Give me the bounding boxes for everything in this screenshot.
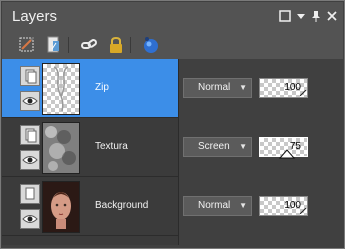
panel-title: Layers (12, 8, 58, 25)
opacity-value: 100 (284, 82, 301, 93)
chevron-down-icon: ▼ (239, 142, 247, 151)
layers-panel: Layers Zip Textura Background Normal ▼ 1… (0, 0, 345, 249)
opacity-field[interactable]: 100 (259, 196, 308, 216)
layer-row-background[interactable]: Background (2, 177, 178, 236)
blend-mode-select[interactable]: Normal ▼ (183, 78, 252, 98)
layer-properties: Normal ▼ 100 Screen ▼ 75 Normal ▼ 100 (179, 59, 344, 245)
chevron-down-icon: ▼ (239, 83, 247, 92)
blend-mode-value: Normal (198, 200, 231, 211)
layer-name: Textura (95, 141, 128, 152)
lock-icon[interactable] (106, 35, 126, 55)
layer-thumbnail-textura (42, 122, 80, 174)
layer-type-icon[interactable] (20, 125, 40, 145)
globe-icon[interactable] (141, 35, 161, 55)
blend-mode-select[interactable]: Normal ▼ (183, 196, 252, 216)
layer-name: Background (95, 200, 149, 211)
opacity-field[interactable]: 100 (259, 78, 308, 98)
opacity-value: 100 (284, 200, 301, 211)
edit-icon[interactable] (17, 35, 37, 55)
layer-type-icon[interactable] (20, 66, 40, 86)
layer-type-icon[interactable] (20, 184, 40, 204)
blend-mode-select[interactable]: Screen ▼ (183, 137, 252, 157)
eye-icon[interactable] (20, 209, 40, 229)
opacity-slider-handle[interactable] (279, 149, 295, 159)
chevron-down-icon: ▼ (239, 201, 247, 210)
link-icon[interactable] (79, 35, 99, 55)
pin-icon[interactable] (309, 9, 323, 23)
eye-icon[interactable] (20, 91, 40, 111)
blend-mode-value: Screen (198, 141, 230, 152)
layer-row-textura[interactable]: Textura (2, 118, 178, 177)
panel-titlebar: Layers (2, 2, 343, 31)
layer-thumbnail-background (42, 181, 80, 233)
layer-list: Zip Textura Background (2, 59, 178, 245)
layer-thumbnail-zip (42, 63, 80, 115)
dropdown-icon[interactable] (294, 9, 308, 23)
layer-name: Zip (95, 82, 109, 93)
close-icon[interactable] (325, 9, 339, 23)
eye-icon[interactable] (20, 150, 40, 170)
properties-icon[interactable] (44, 35, 64, 55)
layers-toolbar (2, 31, 343, 59)
maximize-icon[interactable] (278, 9, 292, 23)
blend-mode-value: Normal (198, 82, 231, 93)
layer-row-zip[interactable]: Zip (2, 59, 178, 118)
